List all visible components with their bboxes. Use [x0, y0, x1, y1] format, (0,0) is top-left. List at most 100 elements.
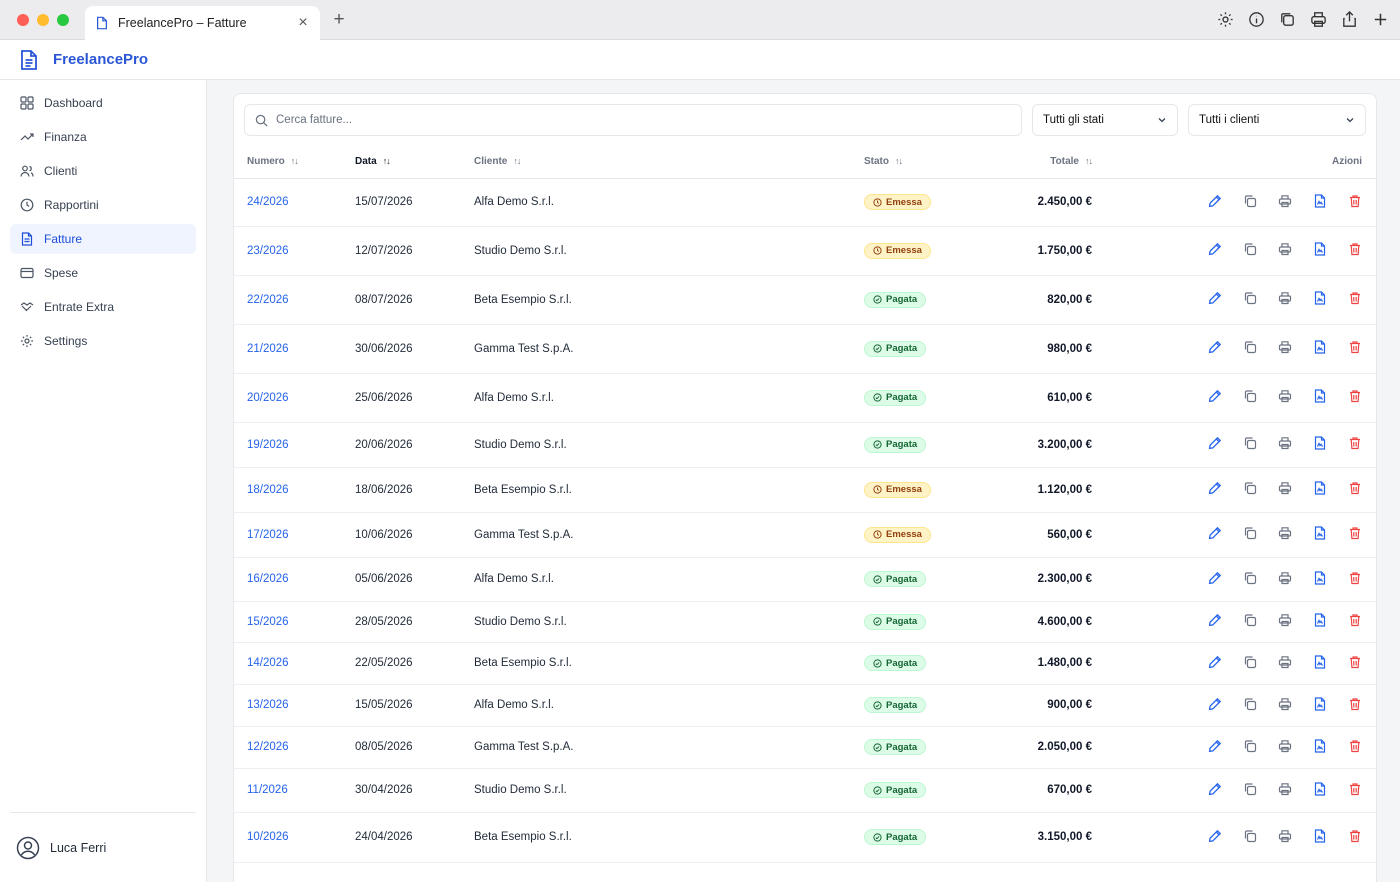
pdf-button[interactable] [1313, 828, 1327, 846]
new-tab-button[interactable]: + [330, 9, 348, 31]
duplicate-button[interactable] [1243, 571, 1257, 588]
delete-button[interactable] [1348, 697, 1362, 714]
delete-button[interactable] [1348, 389, 1362, 406]
pdf-button[interactable] [1313, 389, 1327, 406]
edit-button[interactable] [1208, 340, 1222, 357]
table-row[interactable]: 14/2026 22/05/2026 Beta Esempio S.r.l. Paga… [234, 642, 1376, 685]
invoice-number-link[interactable]: 24/2026 [234, 178, 355, 227]
edit-button[interactable] [1208, 436, 1222, 453]
table-row[interactable]: 22/2026 08/07/2026 Beta Esempio S.r.l. Paga… [234, 275, 1376, 325]
sidebar-item-finanza[interactable]: Finanza [10, 122, 196, 152]
pdf-button[interactable] [1313, 340, 1327, 357]
print-button[interactable] [1278, 655, 1292, 672]
share-icon[interactable] [1340, 10, 1359, 29]
search-input[interactable] [276, 114, 1021, 126]
duplicate-button[interactable] [1243, 242, 1257, 259]
delete-button[interactable] [1348, 242, 1362, 259]
pdf-button[interactable] [1313, 193, 1327, 211]
delete-button[interactable] [1348, 291, 1362, 308]
delete-button[interactable] [1348, 782, 1362, 799]
invoice-number-link[interactable]: 13/2026 [234, 684, 355, 727]
print-button[interactable] [1278, 739, 1292, 756]
duplicate-button[interactable] [1243, 829, 1257, 846]
invoice-number-link[interactable]: 18/2026 [234, 467, 355, 513]
sidebar-item-fatture[interactable]: Fatture [10, 224, 196, 254]
print-button[interactable] [1278, 571, 1292, 588]
delete-button[interactable] [1348, 613, 1362, 630]
delete-button[interactable] [1348, 739, 1362, 756]
edit-button[interactable] [1208, 481, 1222, 498]
delete-button[interactable] [1348, 436, 1362, 453]
print-button[interactable] [1278, 436, 1292, 453]
plus-icon[interactable] [1371, 10, 1390, 29]
invoice-number-link[interactable]: 19/2026 [234, 422, 355, 468]
edit-button[interactable] [1208, 291, 1222, 308]
edit-button[interactable] [1208, 829, 1222, 846]
pdf-button[interactable] [1313, 291, 1327, 308]
pdf-button[interactable] [1313, 781, 1327, 799]
user-menu[interactable]: Luca Ferri [10, 812, 196, 882]
edit-button[interactable] [1208, 571, 1222, 588]
invoice-number-link[interactable]: 17/2026 [234, 512, 355, 558]
duplicate-button[interactable] [1243, 436, 1257, 453]
duplicate-button[interactable] [1243, 739, 1257, 756]
print-button[interactable] [1278, 782, 1292, 799]
duplicate-button[interactable] [1243, 481, 1257, 498]
duplicate-button[interactable] [1243, 194, 1257, 211]
duplicate-button[interactable] [1243, 613, 1257, 630]
pdf-button[interactable] [1313, 654, 1327, 672]
print-button[interactable] [1278, 291, 1292, 308]
delete-button[interactable] [1348, 655, 1362, 672]
invoice-number-link[interactable]: 22/2026 [234, 275, 355, 325]
client-filter-select[interactable]: Tutti i clienti [1188, 104, 1366, 136]
table-row[interactable]: 23/2026 12/07/2026 Studio Demo S.r.l. Emess… [234, 226, 1376, 276]
duplicate-button[interactable] [1243, 697, 1257, 714]
duplicate-button[interactable] [1243, 782, 1257, 799]
pdf-button[interactable] [1313, 242, 1327, 259]
print-button[interactable] [1278, 613, 1292, 630]
pdf-button[interactable] [1313, 481, 1327, 498]
table-row[interactable]: 12/2026 08/05/2026 Gamma Test S.p.A. Pagata… [234, 726, 1376, 769]
info-icon[interactable] [1247, 10, 1266, 29]
column-header-cliente[interactable]: Cliente ↑↓ [474, 146, 864, 179]
pdf-button[interactable] [1313, 738, 1327, 756]
table-row[interactable]: 18/2026 18/06/2026 Beta Esempio S.r.l. Emes… [234, 467, 1376, 513]
column-header-totale[interactable]: Totale ↑↓ [989, 146, 1093, 179]
delete-button[interactable] [1348, 481, 1362, 498]
table-row[interactable]: 10/2026 24/04/2026 Beta Esempio S.r.l. Paga… [234, 812, 1376, 863]
table-row[interactable]: 21/2026 30/06/2026 Gamma Test S.p.A. Pagata… [234, 324, 1376, 374]
tab-close-icon[interactable]: × [296, 14, 310, 32]
print-button[interactable] [1278, 389, 1292, 406]
print-button[interactable] [1278, 242, 1292, 259]
invoice-number-link[interactable]: 23/2026 [234, 226, 355, 276]
pdf-button[interactable] [1313, 526, 1327, 543]
window-zoom-button[interactable] [57, 14, 69, 26]
edit-button[interactable] [1208, 697, 1222, 714]
delete-button[interactable] [1348, 829, 1362, 846]
gear-icon[interactable] [1216, 10, 1235, 29]
print-button[interactable] [1278, 526, 1292, 543]
invoice-number-link[interactable]: 15/2026 [234, 601, 355, 643]
sidebar-item-settings[interactable]: Settings [10, 326, 196, 356]
window-close-button[interactable] [17, 14, 29, 26]
pdf-button[interactable] [1313, 613, 1327, 630]
print-button[interactable] [1278, 194, 1292, 211]
print-button[interactable] [1278, 697, 1292, 714]
sidebar-item-rapportini[interactable]: Rapportini [10, 190, 196, 220]
table-row[interactable]: 19/2026 20/06/2026 Studio Demo S.r.l. Pagat… [234, 422, 1376, 468]
delete-button[interactable] [1348, 526, 1362, 543]
edit-button[interactable] [1208, 389, 1222, 406]
edit-button[interactable] [1208, 526, 1222, 543]
invoice-number-link[interactable]: 12/2026 [234, 726, 355, 769]
table-row[interactable]: 16/2026 05/06/2026 Alfa Demo S.r.l. Pagata 2… [234, 557, 1376, 602]
table-row[interactable]: 13/2026 15/05/2026 Alfa Demo S.r.l. Pagata 9… [234, 684, 1376, 727]
invoice-number-link[interactable]: 14/2026 [234, 642, 355, 685]
table-row[interactable]: 11/2026 30/04/2026 Studio Demo S.r.l. Pagat… [234, 768, 1376, 813]
duplicate-button[interactable] [1243, 340, 1257, 357]
invoice-number-link[interactable]: 11/2026 [234, 768, 355, 813]
duplicate-button[interactable] [1243, 291, 1257, 308]
edit-button[interactable] [1208, 242, 1222, 259]
sidebar-item-entrate-extra[interactable]: Entrate Extra [10, 292, 196, 322]
edit-button[interactable] [1208, 782, 1222, 799]
column-header-data[interactable]: Data ↑↓ [355, 146, 474, 179]
